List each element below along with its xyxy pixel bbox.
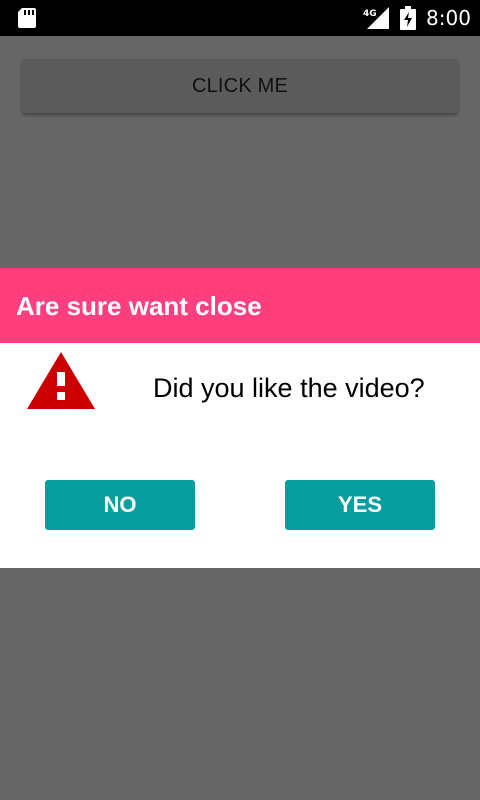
network-type-label: 4G (363, 9, 377, 19)
dialog-header: Are sure want close (0, 268, 480, 343)
status-bar: 4G 8:00 (0, 0, 480, 36)
alert-dialog: Are sure want close Did you like the vid… (0, 268, 480, 568)
dialog-message: Did you like the video? (153, 373, 425, 403)
signal-icon: 4G (363, 7, 389, 29)
dialog-title: Are sure want close (16, 291, 262, 321)
screen: 4G 8:00 CLICK ME Are sure want close Did… (0, 0, 480, 800)
no-button[interactable]: NO (45, 480, 195, 530)
yes-button[interactable]: YES (285, 480, 435, 530)
battery-charging-icon (400, 6, 416, 30)
sd-card-icon (18, 8, 36, 28)
click-me-button[interactable]: CLICK ME (22, 59, 458, 113)
warning-icon (27, 352, 95, 409)
status-clock: 8:00 (426, 6, 471, 30)
